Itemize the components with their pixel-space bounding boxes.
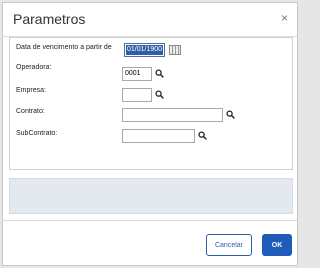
contrato-field[interactable] [122,108,223,122]
date-field[interactable]: 01/01/1900 [124,43,165,57]
dialog-header: Parametros × [3,3,297,37]
label-contrato: Contrato: [16,108,45,115]
calendar-icon[interactable] [169,45,181,55]
date-field-value: 01/01/1900 [126,45,163,55]
ok-button[interactable]: OK [262,234,292,256]
empresa-field[interactable] [122,88,152,102]
search-icon[interactable] [198,131,207,140]
parametros-dialog: Parametros × Data de vencimento a partir… [2,2,298,266]
dialog-title: Parametros [13,11,86,27]
label-operadora: Operadora: [16,64,52,71]
search-icon[interactable] [155,69,164,78]
close-icon[interactable]: × [281,12,288,24]
search-icon[interactable] [226,110,235,119]
message-area [9,178,293,214]
form-panel: Data de vencimento a partir de 01/01/190… [9,37,293,170]
operadora-field[interactable]: 0001 [122,67,152,81]
cancel-button[interactable]: Cancelar [206,234,252,256]
label-empresa: Empresa: [16,87,46,94]
footer-divider [3,220,297,221]
label-data-vencimento: Data de vencimento a partir de [16,44,112,51]
subcontrato-field[interactable] [122,129,195,143]
label-subcontrato: SubContrato: [16,130,58,137]
search-icon[interactable] [155,90,164,99]
